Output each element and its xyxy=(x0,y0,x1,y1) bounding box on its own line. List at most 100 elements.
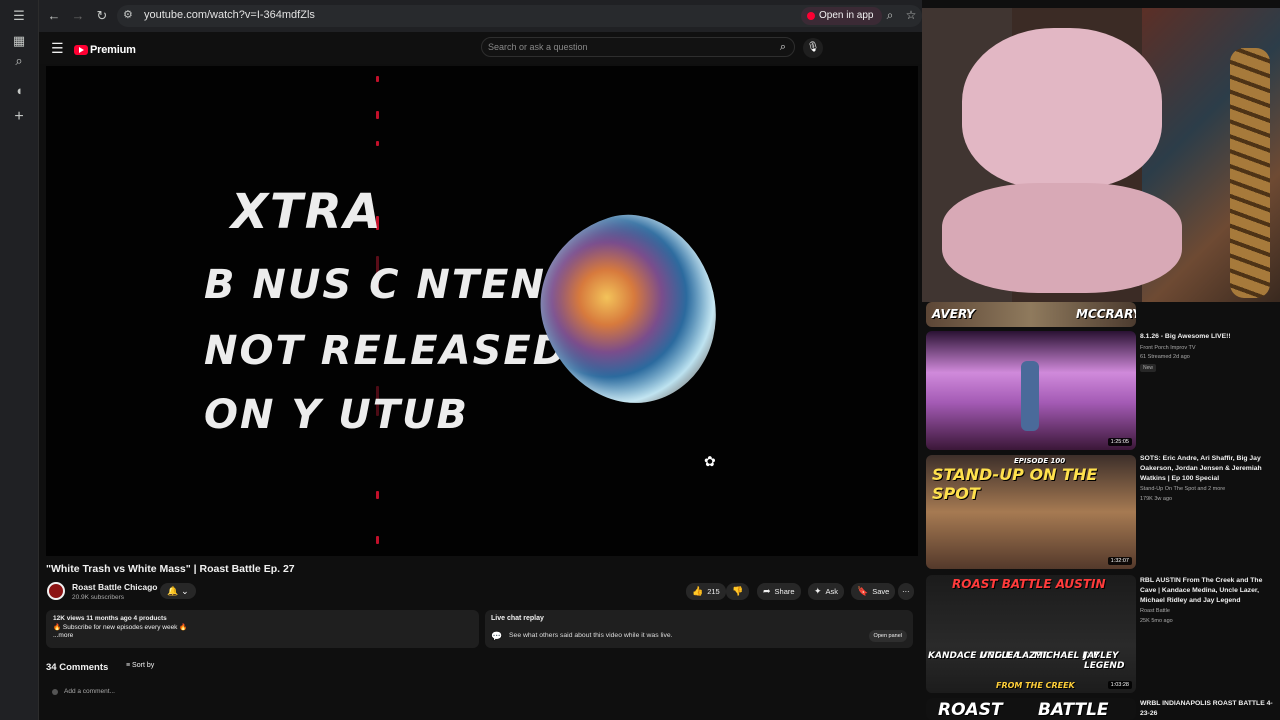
recommendation-title: 8.1.26 - Big Awesome LIVE!! xyxy=(1140,333,1231,340)
search-icon[interactable]: ⌕ xyxy=(775,40,791,55)
webcam-chair-seat xyxy=(942,183,1182,293)
search-tabs-icon[interactable]: ⌕ xyxy=(10,52,28,70)
save-label: Save xyxy=(872,587,890,596)
youtube-header: ☰ Premium Search or ask a question ⌕ 🎙 xyxy=(39,32,922,64)
red-streak xyxy=(376,66,380,556)
thumb-text: MCCRARY xyxy=(1076,307,1136,321)
like-button[interactable]: 👍 215 xyxy=(686,583,726,600)
open-in-app-button[interactable]: Open in app xyxy=(801,7,882,25)
mouse-cursor-icon: ✿ xyxy=(704,453,716,469)
thumb-text: BATTLE xyxy=(1038,700,1109,720)
thumb-text: STAND-UP ON THE SPOT xyxy=(932,465,1098,503)
search-placeholder: Search or ask a question xyxy=(488,42,588,52)
add-comment-input[interactable]: Add a comment... xyxy=(64,688,115,695)
webcam-overlay xyxy=(922,8,1280,302)
channel-avatar[interactable] xyxy=(47,582,65,600)
bookmark-star-icon[interactable]: ☆ xyxy=(904,8,918,22)
browser-side-rail: ☰ ▦ ⌕ ◖ + xyxy=(0,0,39,720)
live-chat-replay: Live chat replay 💬 See what others said … xyxy=(485,610,913,648)
guide-menu-icon[interactable]: ☰ xyxy=(51,40,64,57)
subscriber-count: 20.9K subscribers xyxy=(72,594,125,601)
zoom-icon[interactable]: ⌕ xyxy=(883,8,897,22)
recommendation-stats: 179K 3w ago xyxy=(1140,496,1173,502)
video-duration: 1:25:05 xyxy=(1107,438,1132,446)
tabs-menu-icon[interactable]: ☰ xyxy=(10,7,28,25)
thumb-text: AVERY xyxy=(932,307,975,321)
thumb-text: JAY LEGEND xyxy=(1084,651,1125,671)
browser-toolbar: ← → ↻ ⚙ youtube.com/watch?v=I-364mdfZls … xyxy=(39,0,922,32)
recommendation-stats: 25K 5mo ago xyxy=(1140,618,1173,624)
search-input[interactable]: Search or ask a question ⌕ xyxy=(481,37,795,57)
save-bookmark-icon: 🔖 xyxy=(857,586,869,596)
thumbs-up-icon: 👍 xyxy=(692,586,704,596)
recommendation-title: RBL AUSTIN From The Creek and The Cave |… xyxy=(1140,577,1263,604)
open-panel-button[interactable]: Open panel xyxy=(868,630,907,642)
more-dots-icon: ⋯ xyxy=(902,587,910,596)
site-settings-icon[interactable]: ⚙ xyxy=(123,8,133,21)
notification-bell-button[interactable]: 🔔 ⌄ xyxy=(160,583,196,599)
description-box[interactable]: 12K views 11 months ago 4 products 🔥 Sub… xyxy=(46,610,479,648)
frame-text-line-3: NOT RELEASED xyxy=(204,328,568,374)
like-count: 215 xyxy=(707,587,720,596)
thumb-text: ROAST BATTLE AUSTIN xyxy=(952,577,1106,591)
recommendation-channel: Front Porch Improv TV xyxy=(1140,345,1196,351)
live-chat-subtitle: See what others said about this video wh… xyxy=(509,632,673,639)
chat-bubble-icon: 💬 xyxy=(491,631,503,641)
share-button[interactable]: ➦ Share xyxy=(757,583,801,600)
sort-by-button[interactable]: ≡ Sort by xyxy=(126,662,154,669)
recommendation-thumbnail[interactable]: EPISODE 100 STAND-UP ON THE SPOT 1:32:07 xyxy=(926,455,1136,569)
apps-grid-icon[interactable]: ▦ xyxy=(10,32,28,50)
user-avatar xyxy=(52,689,58,695)
recommendation-thumbnail[interactable]: 1:25:05 xyxy=(926,331,1136,450)
recommendation-thumbnail[interactable]: AVERY MCCRARY xyxy=(926,302,1136,327)
frame-text-line-1: XTRA xyxy=(231,184,383,240)
thumb-text: FROM THE CREEK xyxy=(996,681,1075,690)
sort-icon: ≡ xyxy=(126,662,131,669)
recommendation-channel: Stand-Up On The Spot and 2 more xyxy=(1140,486,1226,492)
video-player[interactable]: XTRA B NUS C NTENT NOT RELEASED ON Y UTU… xyxy=(46,66,918,556)
ask-label: Ask xyxy=(825,587,839,596)
thumb-text: EPISODE 100 xyxy=(1014,457,1066,465)
recommendation-channel: Roast Battle xyxy=(1140,608,1170,614)
description-meta: 12K views 11 months ago 4 products xyxy=(53,615,167,622)
webcam-chair-back xyxy=(962,28,1162,188)
recommendation-stats: 61 Streamed 2d ago xyxy=(1140,354,1190,360)
video-duration: 1:03:28 xyxy=(1107,681,1132,689)
live-chat-title: Live chat replay xyxy=(491,615,544,622)
thumb-text: ROAST xyxy=(938,700,1003,720)
comments-count: 34 Comments xyxy=(46,662,109,673)
comedian-figure xyxy=(1021,361,1039,431)
recommendation-title: SOTS: Eric Andre, Ari Shaffir, Big Jay O… xyxy=(1140,455,1262,482)
description-line: 🔥 Subscribe for new episodes every week … xyxy=(53,623,188,631)
chevron-down-icon: ⌄ xyxy=(181,586,189,596)
webcam-giraffe-plush xyxy=(1230,48,1270,298)
recommendation-thumbnail[interactable]: ROAST BATTLE AUSTIN KANDACE MEDINA UNCLE… xyxy=(926,575,1136,693)
channel-name[interactable]: Roast Battle Chicago xyxy=(72,582,158,592)
youtube-logo[interactable]: Premium xyxy=(74,41,136,56)
more-actions-button[interactable]: ⋯ xyxy=(898,583,914,600)
frame-text-line-4: ON Y UTUB xyxy=(204,392,470,438)
video-title: "White Trash vs White Mass" | Roast Batt… xyxy=(46,563,295,575)
reload-icon[interactable]: ↻ xyxy=(93,7,111,25)
thumbs-down-icon: 👎 xyxy=(732,586,744,596)
dislike-button[interactable]: 👎 xyxy=(726,583,750,600)
share-icon: ➦ xyxy=(763,586,771,596)
share-label: Share xyxy=(774,587,795,596)
sort-by-label: Sort by xyxy=(132,662,155,669)
audio-icon[interactable]: ◖ xyxy=(10,82,28,100)
url-text: youtube.com/watch?v=I-364mdfZls xyxy=(144,9,315,21)
save-button[interactable]: 🔖 Save xyxy=(851,583,896,600)
video-duration: 1:32:07 xyxy=(1107,557,1132,565)
recommendation-title: WRBL INDIANAPOLIS ROAST BATTLE 4-23-26 xyxy=(1140,700,1273,717)
iridescent-bubble xyxy=(518,194,740,426)
back-icon[interactable]: ← xyxy=(45,7,63,25)
forward-icon[interactable]: → xyxy=(69,7,87,25)
description-more[interactable]: ...more xyxy=(53,632,472,641)
ask-button[interactable]: ✦ Ask xyxy=(808,583,845,600)
new-tab-icon[interactable]: + xyxy=(10,108,28,126)
voice-search-icon[interactable]: 🎙 xyxy=(803,38,823,58)
recommendation-thumbnail[interactable]: ROAST BATTLE xyxy=(926,698,1136,720)
new-badge: New xyxy=(1140,364,1157,372)
frame-text-line-2: B NUS C NTENT xyxy=(204,262,576,308)
youtube-play-icon xyxy=(74,44,88,55)
